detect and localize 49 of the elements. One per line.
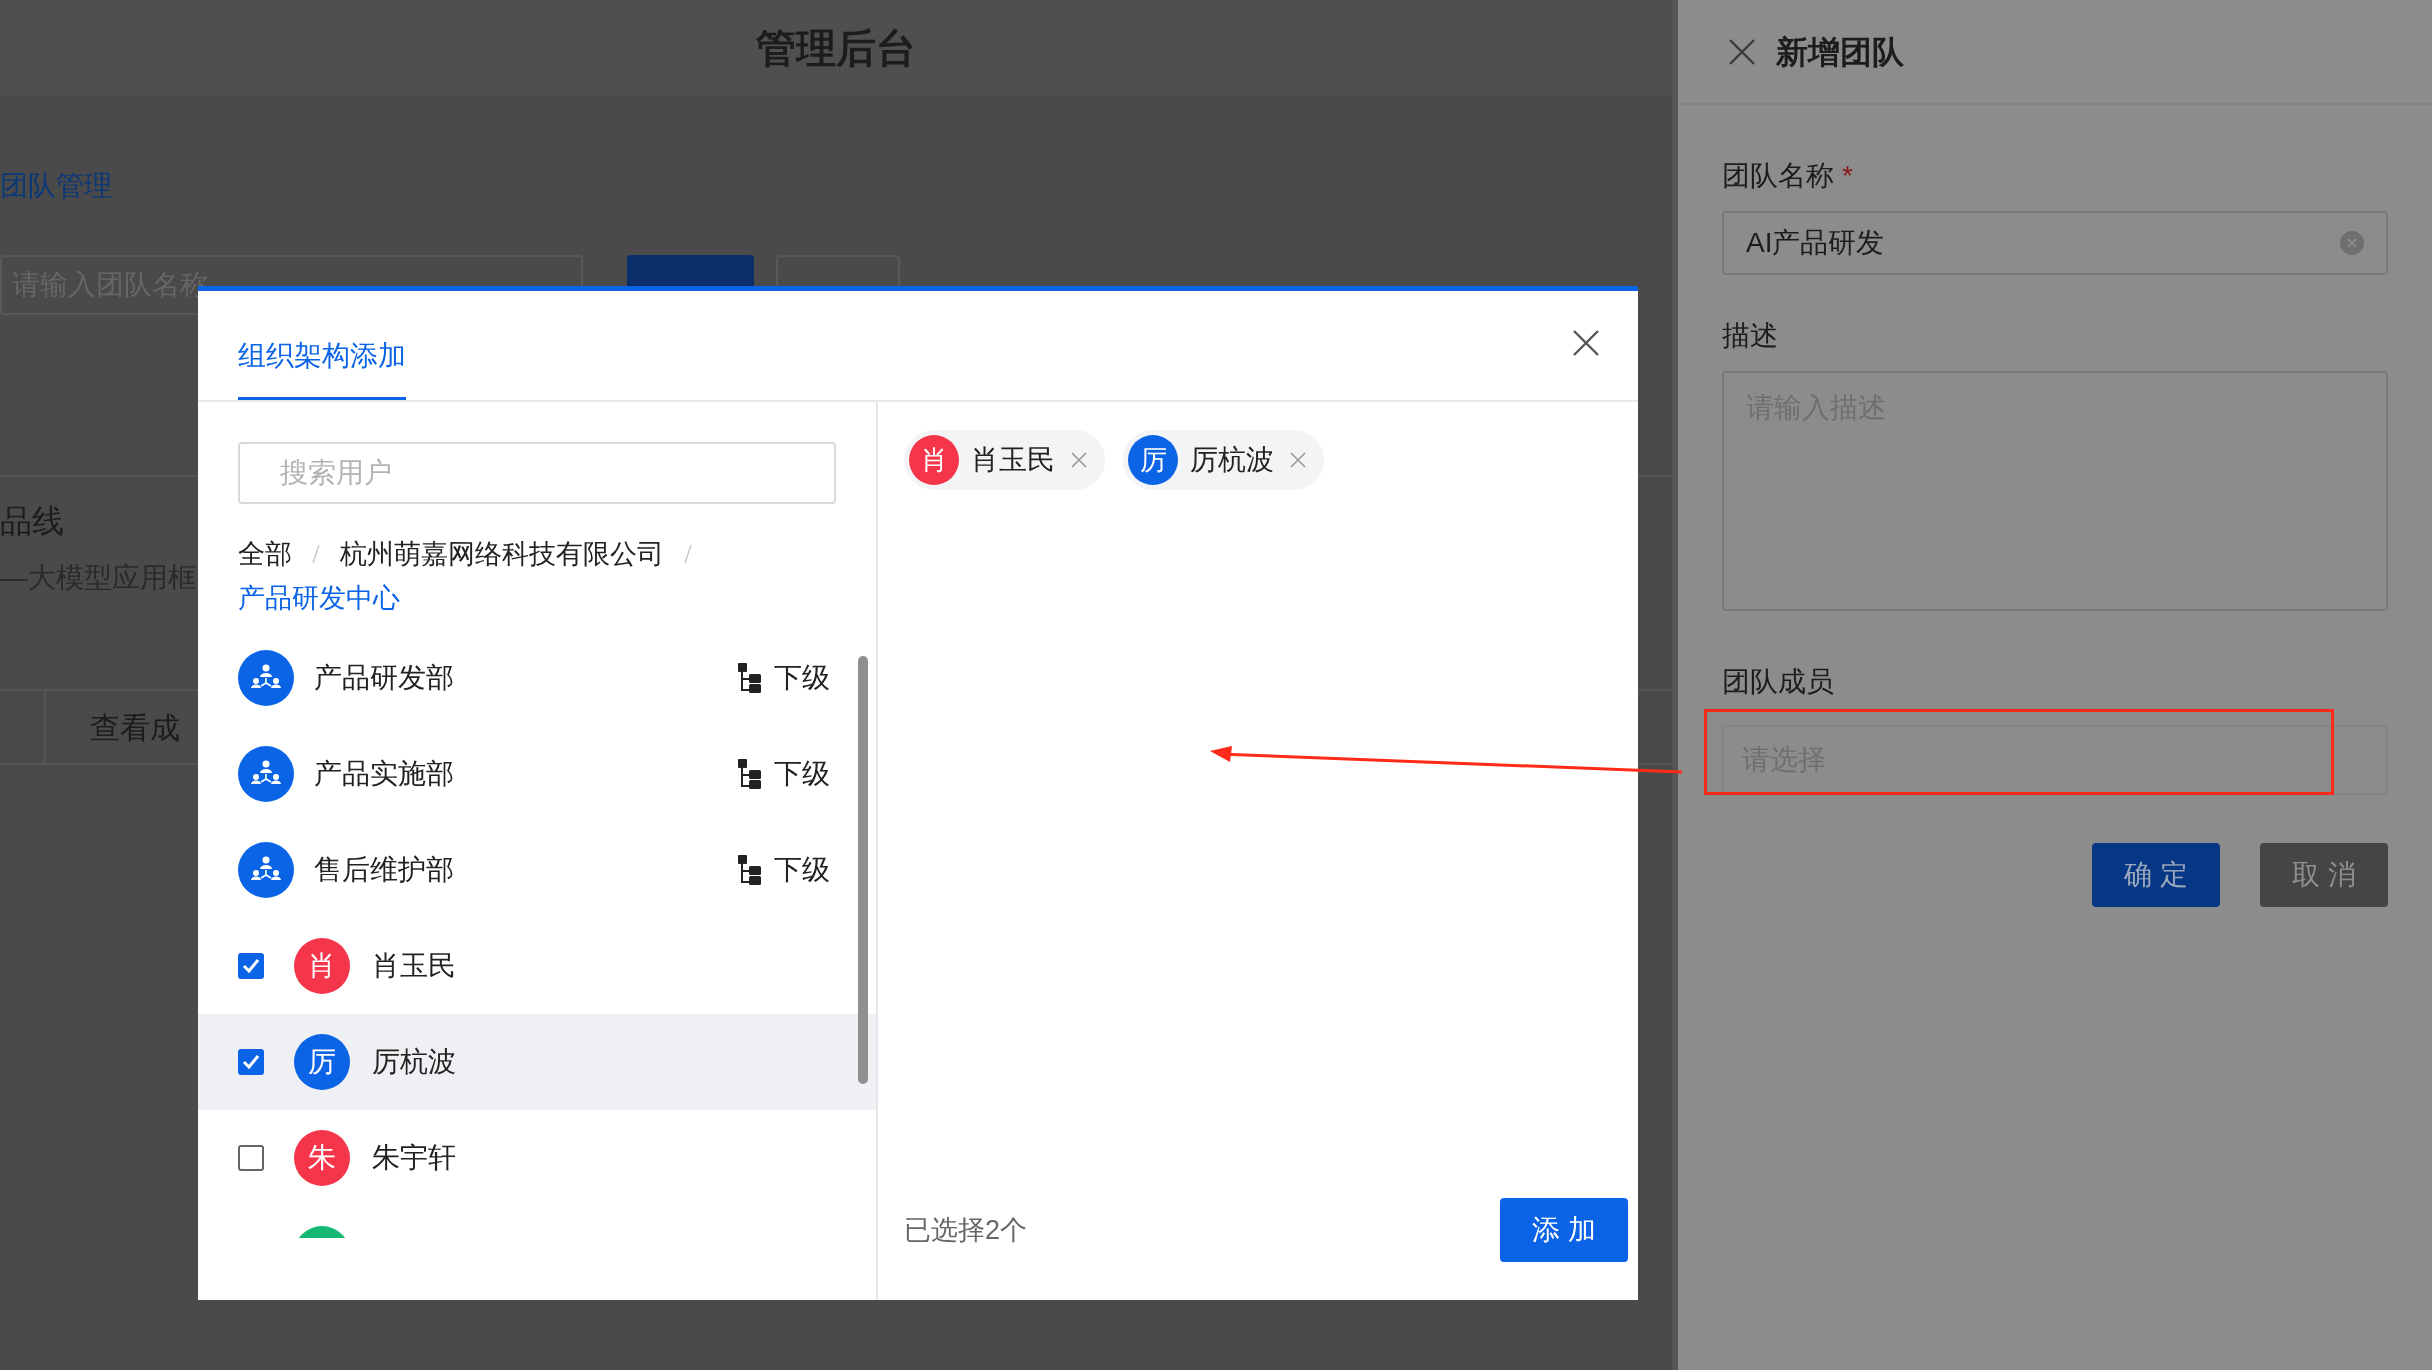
chip-name: 肖玉民 (971, 443, 1055, 477)
breadcrumb-item[interactable]: 杭州萌嘉网络科技有限公司 (340, 532, 664, 576)
department-name: 产品实施部 (314, 757, 455, 791)
checkbox[interactable] (238, 953, 264, 979)
breadcrumb-separator (684, 544, 692, 564)
avatar: 朱 (294, 1130, 350, 1186)
remove-icon[interactable] (1290, 452, 1306, 468)
avatar: 肖 (294, 938, 350, 994)
avatar: 厉 (294, 1034, 350, 1090)
selected-count: 已选择2个 (904, 1213, 1028, 1247)
department-name: 产品研发部 (314, 661, 455, 695)
breadcrumb-item[interactable]: 产品研发中心 (238, 576, 400, 620)
checkbox[interactable] (238, 1145, 264, 1171)
breadcrumb-item[interactable]: 全部 (238, 532, 292, 576)
remove-icon[interactable] (1071, 452, 1087, 468)
user-name: 朱宇轩 (372, 1141, 456, 1175)
check-icon (241, 956, 261, 976)
department-icon (238, 650, 294, 706)
cancel-button[interactable]: 取 消 (2260, 843, 2388, 907)
tab[interactable]: 组织架构添加 (238, 335, 406, 400)
avatar: 肖 (909, 435, 959, 485)
department-icon (238, 746, 294, 802)
confirm-button[interactable]: 确 定 (2092, 843, 2220, 907)
hierarchy-icon (738, 663, 762, 693)
field-label: 团队名称 (1722, 159, 1834, 193)
hierarchy-icon (738, 855, 762, 885)
team-name-field[interactable]: AI产品研发 (1722, 211, 2388, 275)
user-name: 厉杭波 (372, 1045, 456, 1079)
subordinate-button[interactable]: 下级 (738, 849, 830, 891)
check-icon (241, 1052, 261, 1072)
department-name: 售后维护部 (314, 853, 455, 887)
user-name: 肖玉民 (372, 949, 456, 983)
close-icon[interactable] (1728, 37, 1756, 66)
chip-name: 厉杭波 (1190, 443, 1274, 477)
close-icon[interactable] (1572, 329, 1600, 357)
department-icon (238, 842, 294, 898)
required-mark: * (1842, 159, 1853, 193)
subordinate-button[interactable]: 下级 (738, 753, 830, 795)
checkbox[interactable] (238, 1049, 264, 1075)
subordinate-button[interactable]: 下级 (738, 657, 830, 699)
list-row[interactable]: 厉 厉杭波 (198, 1014, 876, 1110)
scrollbar[interactable] (858, 656, 868, 1084)
add-button[interactable]: 添 加 (1500, 1198, 1628, 1262)
avatar: 厉 (1128, 435, 1178, 485)
drawer-title: 新增团队 (1776, 32, 1904, 72)
hierarchy-icon (738, 759, 762, 789)
breadcrumb-separator (312, 544, 320, 564)
field-label: 描述 (1722, 319, 1778, 353)
field-label: 团队成员 (1722, 665, 1834, 699)
